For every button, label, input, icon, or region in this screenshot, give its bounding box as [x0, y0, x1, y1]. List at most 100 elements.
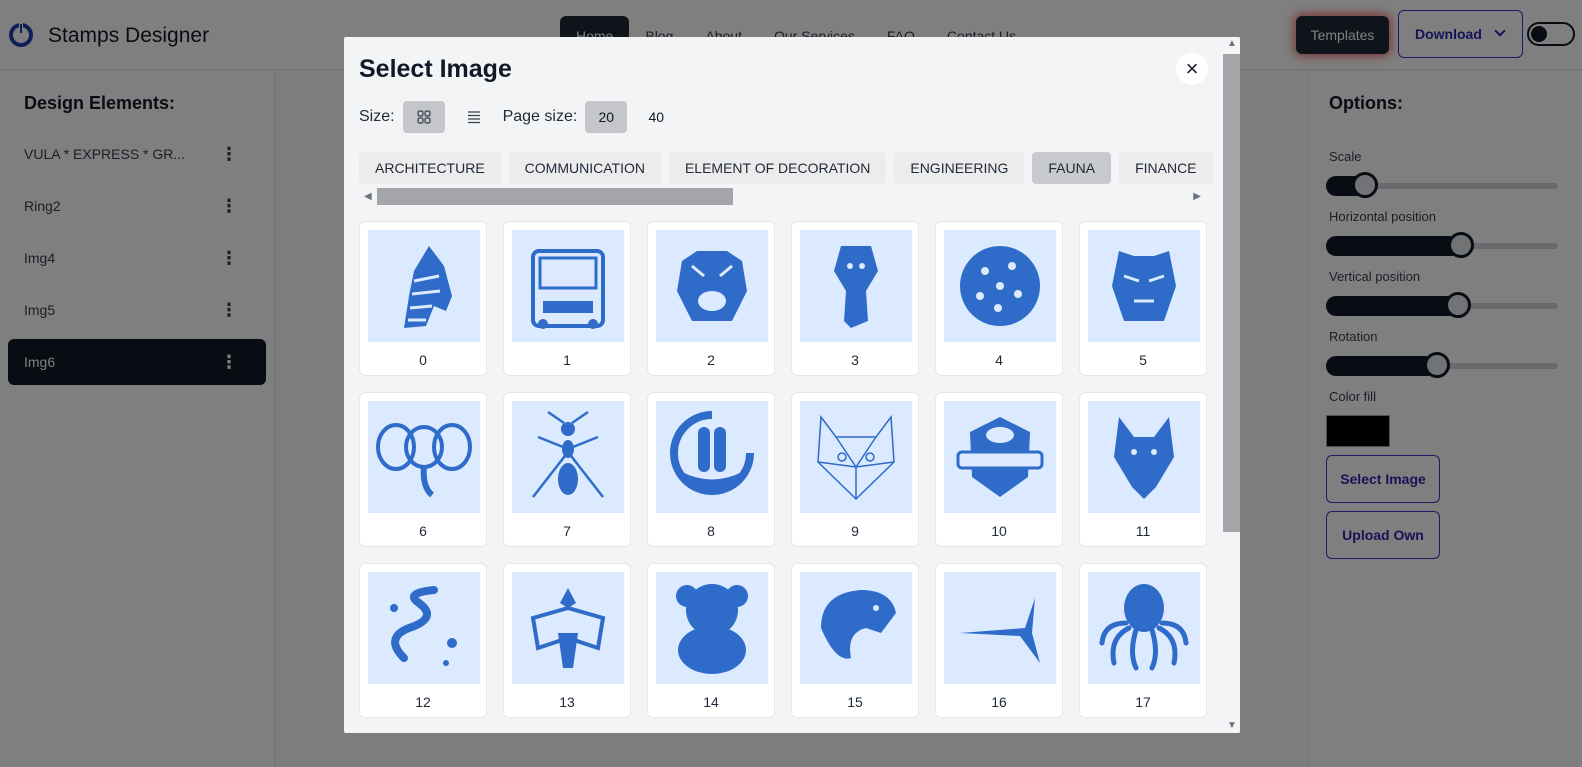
- image-number: 13: [559, 694, 575, 710]
- page-size-20-button[interactable]: 20: [585, 101, 628, 133]
- category-tab-fauna[interactable]: FAUNA: [1032, 152, 1112, 184]
- image-number: 8: [707, 523, 715, 539]
- scrollbar-thumb[interactable]: [1223, 54, 1240, 532]
- image-number: 1: [563, 352, 571, 368]
- image-thumbnail[interactable]: [368, 230, 480, 342]
- modal-title: Select Image: [359, 55, 512, 83]
- truck-icon: [531, 249, 605, 329]
- page-size-label: Page size:: [502, 108, 578, 125]
- image-card[interactable]: 7: [503, 392, 631, 547]
- category-tab-finance[interactable]: FINANCE: [1119, 152, 1213, 184]
- close-button[interactable]: ×: [1176, 53, 1208, 85]
- image-number: 15: [847, 694, 863, 710]
- category-tabs: ARCHITECTURE COMMUNICATION ELEMENT OF DECO…: [359, 152, 1213, 184]
- modal-scrollbar[interactable]: ▲ ▼: [1223, 37, 1240, 733]
- image-thumbnail[interactable]: [368, 572, 480, 684]
- list-view-button[interactable]: [452, 101, 495, 133]
- image-thumbnail[interactable]: [800, 230, 912, 342]
- image-thumbnail[interactable]: [944, 572, 1056, 684]
- scroll-up-icon[interactable]: ▲: [1227, 38, 1237, 49]
- tiger-icon: [1112, 251, 1176, 321]
- image-card[interactable]: 8: [647, 392, 775, 547]
- image-grid: 0 1 2 3 4 5 6 7 8 9 10 11 12 13 14 15 16 17: [359, 221, 1207, 718]
- category-tab-communication[interactable]: COMMUNICATION: [508, 152, 661, 184]
- image-thumbnail[interactable]: [1088, 230, 1200, 342]
- fishing-badge-icon: [956, 417, 1044, 497]
- image-card[interactable]: 11: [1079, 392, 1207, 547]
- image-number: 10: [991, 523, 1007, 539]
- panther-icon: [834, 246, 878, 328]
- image-number: 2: [707, 352, 715, 368]
- cats-in-hands-icon: [670, 411, 754, 495]
- image-number: 6: [419, 523, 427, 539]
- image-card[interactable]: 13: [503, 563, 631, 718]
- scroll-left-icon[interactable]: ◀: [364, 191, 372, 202]
- image-thumbnail[interactable]: [512, 230, 624, 342]
- image-thumbnail[interactable]: [656, 401, 768, 513]
- tiger-roaring-icon: [677, 251, 747, 321]
- image-card[interactable]: 3: [791, 221, 919, 376]
- image-number: 0: [419, 352, 427, 368]
- grid-icon: [416, 110, 431, 124]
- image-thumbnail[interactable]: [512, 572, 624, 684]
- image-card[interactable]: 17: [1079, 563, 1207, 718]
- image-number: 16: [991, 694, 1007, 710]
- image-thumbnail[interactable]: [944, 401, 1056, 513]
- image-card[interactable]: 2: [647, 221, 775, 376]
- list-icon: [467, 111, 480, 124]
- category-scrollbar[interactable]: ◀ ▶: [359, 187, 1201, 205]
- leopard-icon: [960, 246, 1040, 326]
- category-tab-architecture[interactable]: ARCHITECTURE: [359, 152, 501, 184]
- snake-icon: [390, 586, 457, 666]
- image-card[interactable]: 4: [935, 221, 1063, 376]
- image-number: 4: [995, 352, 1003, 368]
- teddy-bear-icon: [676, 584, 748, 674]
- image-number: 3: [851, 352, 859, 368]
- zebra-icon: [404, 246, 452, 328]
- bird-icon: [960, 598, 1040, 663]
- image-thumbnail[interactable]: [800, 401, 912, 513]
- category-tab-element-of-decoration[interactable]: ELEMENT OF DECORATION: [668, 152, 887, 184]
- image-number: 11: [1135, 523, 1151, 539]
- grid-view-button[interactable]: [402, 101, 445, 133]
- scroll-down-icon[interactable]: ▼: [1227, 720, 1237, 731]
- scroll-right-icon[interactable]: ▶: [1193, 191, 1201, 202]
- scrollbar-thumb[interactable]: [377, 188, 733, 205]
- image-thumbnail[interactable]: [944, 230, 1056, 342]
- image-card[interactable]: 6: [359, 392, 487, 547]
- geometric-cat-icon: [817, 414, 895, 501]
- image-number: 14: [703, 694, 719, 710]
- ant-icon: [532, 410, 604, 498]
- wolf-icon: [1114, 417, 1174, 499]
- image-card[interactable]: 1: [503, 221, 631, 376]
- image-card[interactable]: 5: [1079, 221, 1207, 376]
- category-tab-engineering[interactable]: ENGINEERING: [894, 152, 1025, 184]
- image-thumbnail[interactable]: [368, 401, 480, 513]
- image-thumbnail[interactable]: [656, 572, 768, 684]
- octopus-icon: [1099, 584, 1189, 671]
- category-track: ARCHITECTURE COMMUNICATION ELEMENT OF DECO…: [359, 152, 1213, 184]
- jaguar-icon: [821, 590, 896, 659]
- image-card[interactable]: 14: [647, 563, 775, 718]
- image-number: 12: [415, 694, 431, 710]
- image-number: 5: [1139, 352, 1147, 368]
- page-size-40-button[interactable]: 40: [635, 101, 678, 133]
- image-card[interactable]: 10: [935, 392, 1063, 547]
- select-image-modal: Select Image × Size: Page size: 20 40 AR…: [344, 37, 1240, 733]
- image-thumbnail[interactable]: [800, 572, 912, 684]
- size-controls: Size: Page size: 20 40: [359, 101, 685, 133]
- eagle-emblem-icon: [530, 588, 606, 668]
- image-card[interactable]: 9: [791, 392, 919, 547]
- image-card[interactable]: 16: [935, 563, 1063, 718]
- image-card[interactable]: 12: [359, 563, 487, 718]
- elephant-icon: [376, 423, 472, 498]
- image-card[interactable]: 15: [791, 563, 919, 718]
- image-thumbnail[interactable]: [512, 401, 624, 513]
- image-number: 9: [851, 523, 859, 539]
- image-thumbnail[interactable]: [1088, 572, 1200, 684]
- size-label: Size:: [359, 108, 395, 125]
- image-number: 7: [563, 523, 571, 539]
- image-card[interactable]: 0: [359, 221, 487, 376]
- image-thumbnail[interactable]: [656, 230, 768, 342]
- image-thumbnail[interactable]: [1088, 401, 1200, 513]
